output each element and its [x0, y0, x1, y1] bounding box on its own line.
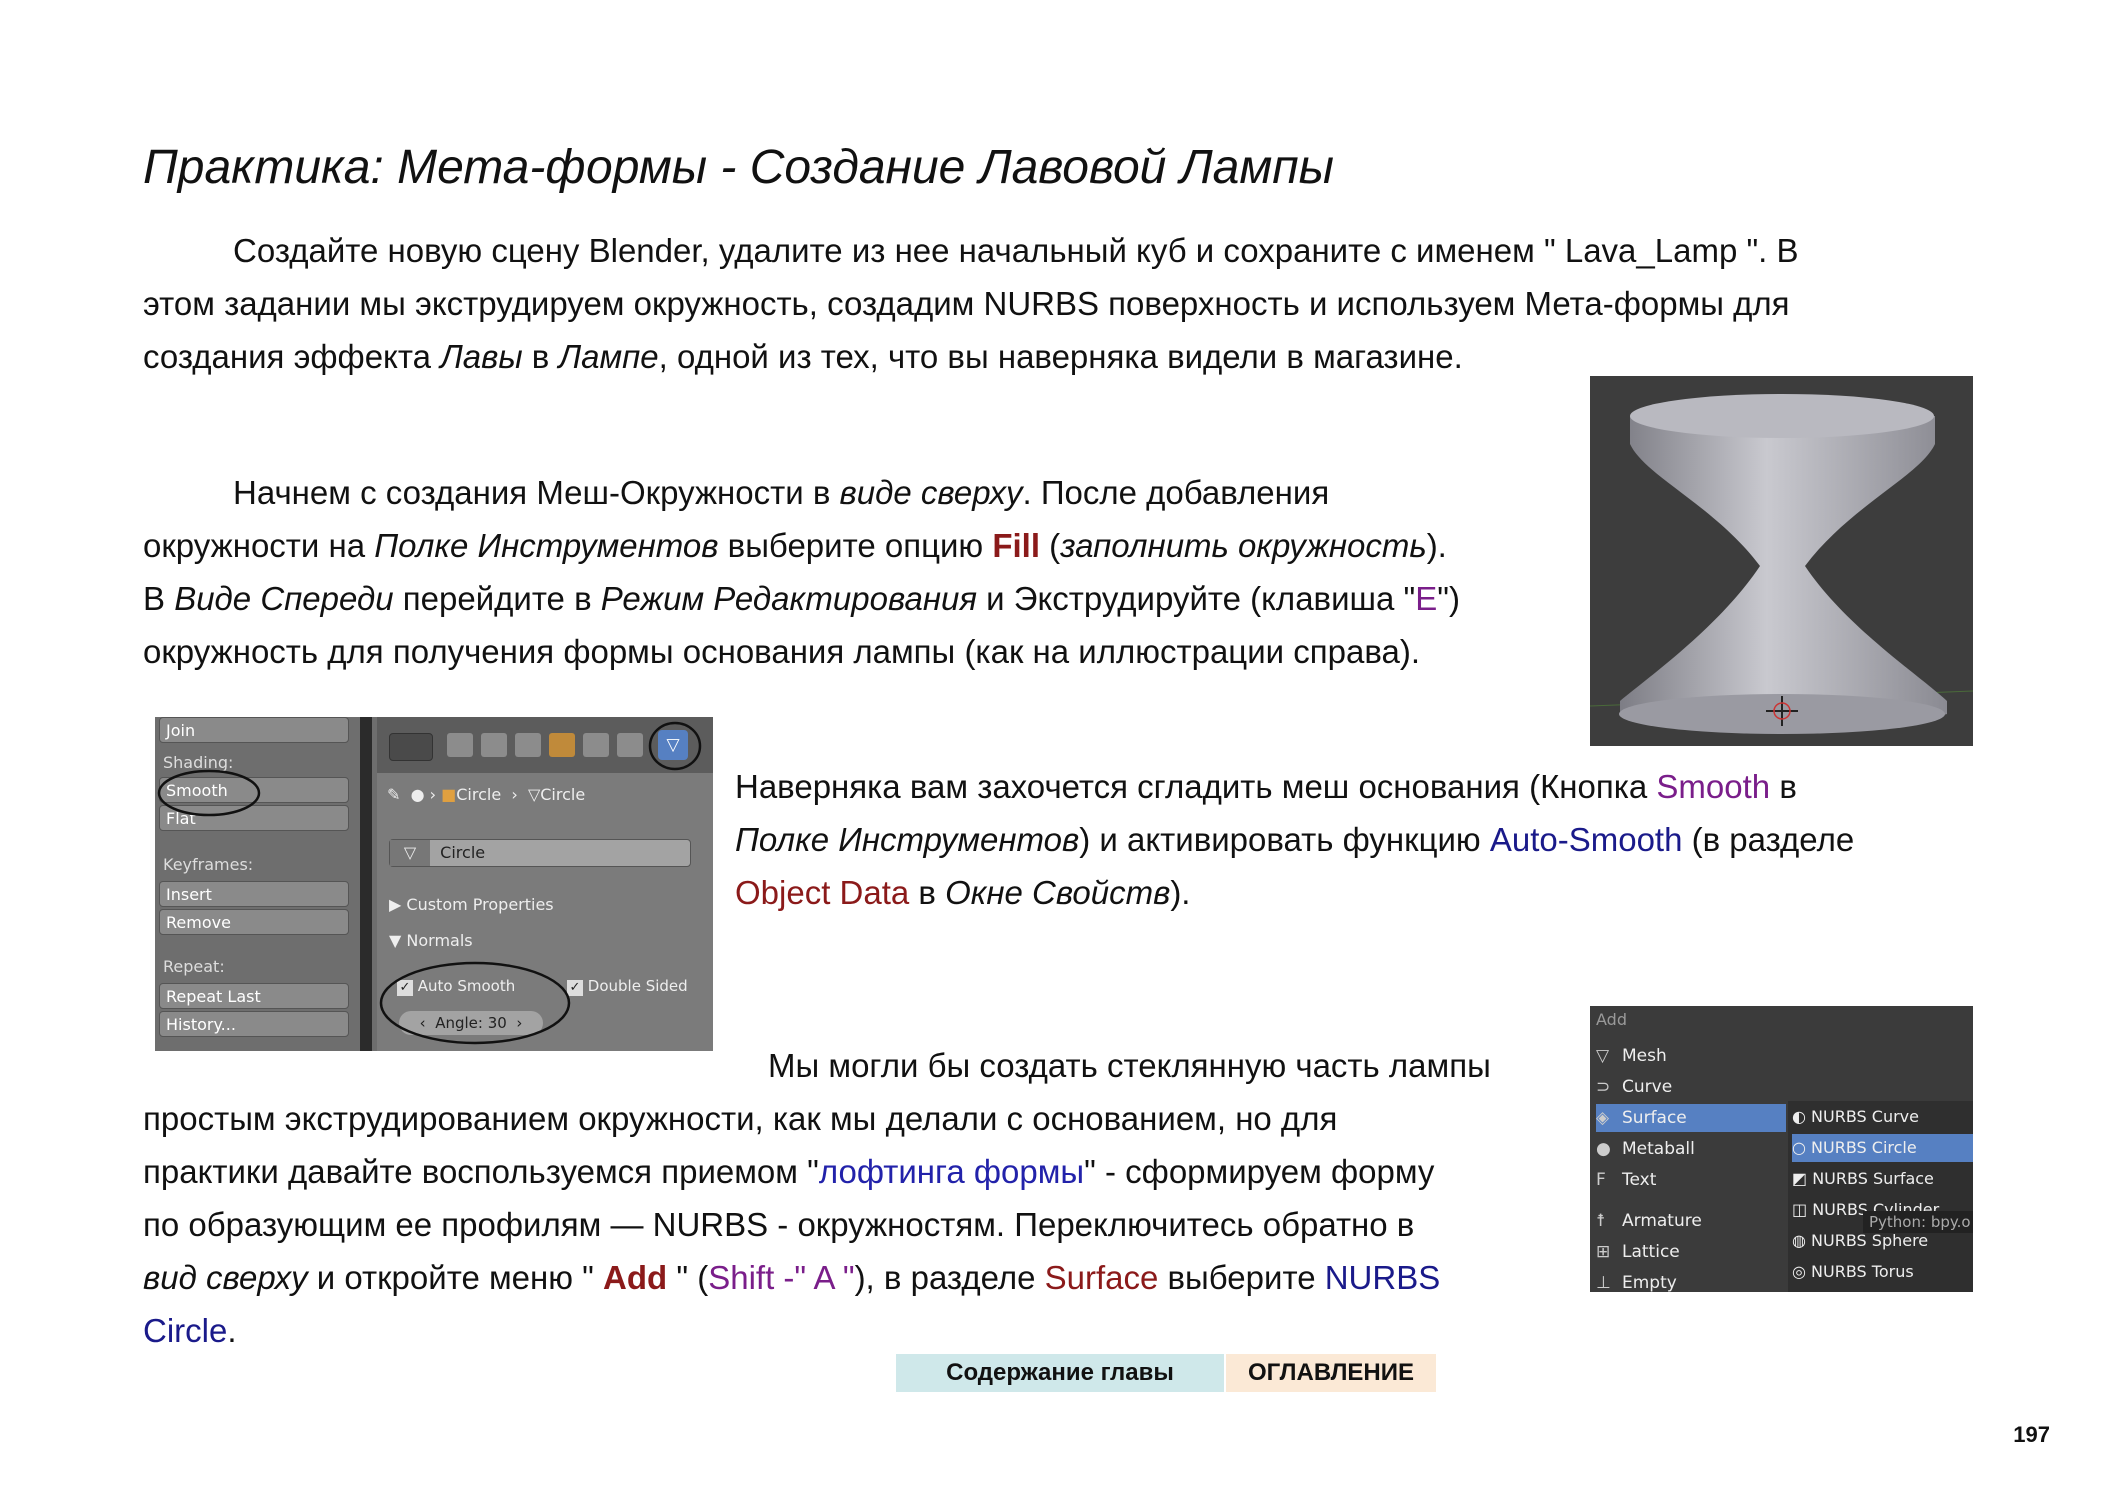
- smooth-line-3: Object Data в Окне Свойств).: [735, 874, 1191, 911]
- scene-icon: ●: [410, 785, 425, 804]
- panel-divider: [360, 717, 372, 1051]
- repeat-last-button[interactable]: Repeat Last: [159, 983, 349, 1009]
- intro-line-1: Создайте новую сцену Blender, удалите из…: [233, 232, 1799, 269]
- remove-button[interactable]: Remove: [159, 909, 349, 935]
- properties-panel: ▽ ✎ ● › ■Circle › ▽Circle ▽ Circle ▶ Cus…: [377, 717, 713, 1051]
- layers-tab-icon[interactable]: [481, 733, 507, 757]
- menu-item-empty[interactable]: ⊥ Empty: [1596, 1269, 1786, 1292]
- menu-item-surface[interactable]: ◈ Surface: [1596, 1104, 1786, 1132]
- lamp-base-shape: [1590, 376, 1973, 746]
- text-icon: F: [1596, 1170, 1606, 1190]
- tool-shelf-screenshot: Join Shading: Smooth Flat Keyframes: Ins…: [155, 717, 713, 1051]
- mesh-icon: ▽: [527, 785, 541, 804]
- curve-icon: ⊃: [1596, 1077, 1611, 1097]
- lamp-base-render: [1590, 376, 1973, 746]
- glass-line-5: вид сверху и откройте меню " Add " (Shif…: [143, 1259, 1441, 1296]
- smooth-line-1: Наверняка вам захочется сгладить меш осн…: [735, 768, 1797, 805]
- page-number: 197: [2013, 1422, 2050, 1447]
- add-menu-header: Add: [1596, 1010, 1627, 1029]
- menu-item-lattice[interactable]: ⊞ Lattice: [1596, 1238, 1786, 1266]
- intro-line-3: создания эффекта Лавы в Лампе, одной из …: [143, 338, 1463, 375]
- insert-button[interactable]: Insert: [159, 881, 349, 907]
- normals-panel-header[interactable]: ▼ Normals: [389, 931, 473, 950]
- glass-line-4: по образующим ее профилям — NURBS - окру…: [143, 1206, 1415, 1243]
- surface-icon: ◈: [1596, 1108, 1610, 1128]
- menu-item-text[interactable]: F Text: [1596, 1166, 1786, 1194]
- empty-icon: ⊥: [1596, 1273, 1611, 1292]
- custom-properties-panel-header[interactable]: ▶ Custom Properties: [389, 895, 554, 914]
- submenu-item-nurbs-surface[interactable]: ◩ NURBS Surface: [1792, 1165, 1973, 1193]
- armature-icon: ☨: [1596, 1211, 1606, 1231]
- python-tooltip: Python: bpy.o: [1863, 1211, 1973, 1233]
- submenu-item-nurbs-circle[interactable]: ○ NURBS Circle: [1792, 1134, 1973, 1162]
- glass-line-2: простым экструдированием окружности, как…: [143, 1100, 1338, 1137]
- smooth-line-2: Полке Инструментов) и активировать функц…: [735, 821, 1855, 858]
- lattice-icon: ⊞: [1596, 1242, 1611, 1262]
- submenu-item-nurbs-curve[interactable]: ◐ NURBS Curve: [1792, 1103, 1973, 1131]
- keyframes-label: Keyframes:: [163, 855, 254, 874]
- history-button[interactable]: History...: [159, 1011, 349, 1037]
- mesh-icon: ▽: [1596, 1046, 1610, 1066]
- base-line-1: Начнем с создания Меш-Окружности в виде …: [233, 474, 1330, 511]
- double-sided-checkbox[interactable]: ✓ Double Sided: [567, 977, 688, 996]
- base-line-4: окружность для получения формы основания…: [143, 633, 1420, 670]
- modifiers-tab-icon[interactable]: [617, 733, 643, 757]
- smooth-highlight-ellipse: [157, 769, 261, 817]
- pin-icon: ✎: [387, 785, 401, 804]
- render-tab-icon[interactable]: [447, 733, 473, 757]
- intro-line-2: этом задании мы экструдируем окружность,…: [143, 285, 1790, 322]
- glass-line-1: Мы могли бы создать стеклянную часть лам…: [768, 1047, 1491, 1084]
- table-of-contents-button[interactable]: ОГЛАВЛЕНИЕ: [1226, 1354, 1436, 1392]
- object-tab-icon[interactable]: [549, 733, 575, 757]
- page-title: Практика: Мета-формы - Создание Лавовой …: [143, 141, 1334, 194]
- chapter-contents-button[interactable]: Содержание главы: [896, 1354, 1224, 1392]
- datablock-name-field[interactable]: ▽ Circle: [389, 839, 691, 867]
- menu-item-mesh[interactable]: ▽ Mesh: [1596, 1042, 1786, 1070]
- surface-submenu: ◐ NURBS Curve ○ NURBS Circle ◩ NURBS Sur…: [1788, 1101, 1973, 1292]
- object-icon: ■: [441, 785, 457, 804]
- scene-tab-icon[interactable]: [515, 733, 541, 757]
- editor-type-icon[interactable]: [389, 733, 433, 761]
- auto-smooth-highlight-ellipse: [379, 961, 571, 1045]
- repeat-label: Repeat:: [163, 957, 225, 976]
- submenu-item-nurbs-torus[interactable]: ◎ NURBS Torus: [1792, 1258, 1973, 1286]
- menu-item-armature[interactable]: ☨ Armature: [1596, 1207, 1786, 1235]
- metaball-icon: ●: [1596, 1139, 1611, 1159]
- object-breadcrumb: ✎ ● › ■Circle › ▽Circle: [387, 785, 586, 804]
- add-menu-screenshot: Add ▽ Mesh ⊃ Curve ◈ Surface ● Metaball F Tex…: [1590, 1006, 1973, 1292]
- data-tab-highlight-ellipse: [648, 721, 702, 771]
- glass-line-3: практики давайте воспользуемся приемом "…: [143, 1153, 1435, 1190]
- menu-item-metaball[interactable]: ● Metaball: [1596, 1135, 1786, 1163]
- constraints-tab-icon[interactable]: [583, 733, 609, 757]
- glass-line-6: Circle.: [143, 1312, 237, 1349]
- mesh-data-icon: ▽: [390, 840, 430, 866]
- base-line-2: окружности на Полке Инструментов выберит…: [143, 527, 1447, 564]
- join-button[interactable]: Join: [159, 717, 349, 743]
- menu-item-curve[interactable]: ⊃ Curve: [1596, 1073, 1786, 1101]
- base-line-3: В Виде Спереди перейдите в Режим Редакти…: [143, 580, 1460, 617]
